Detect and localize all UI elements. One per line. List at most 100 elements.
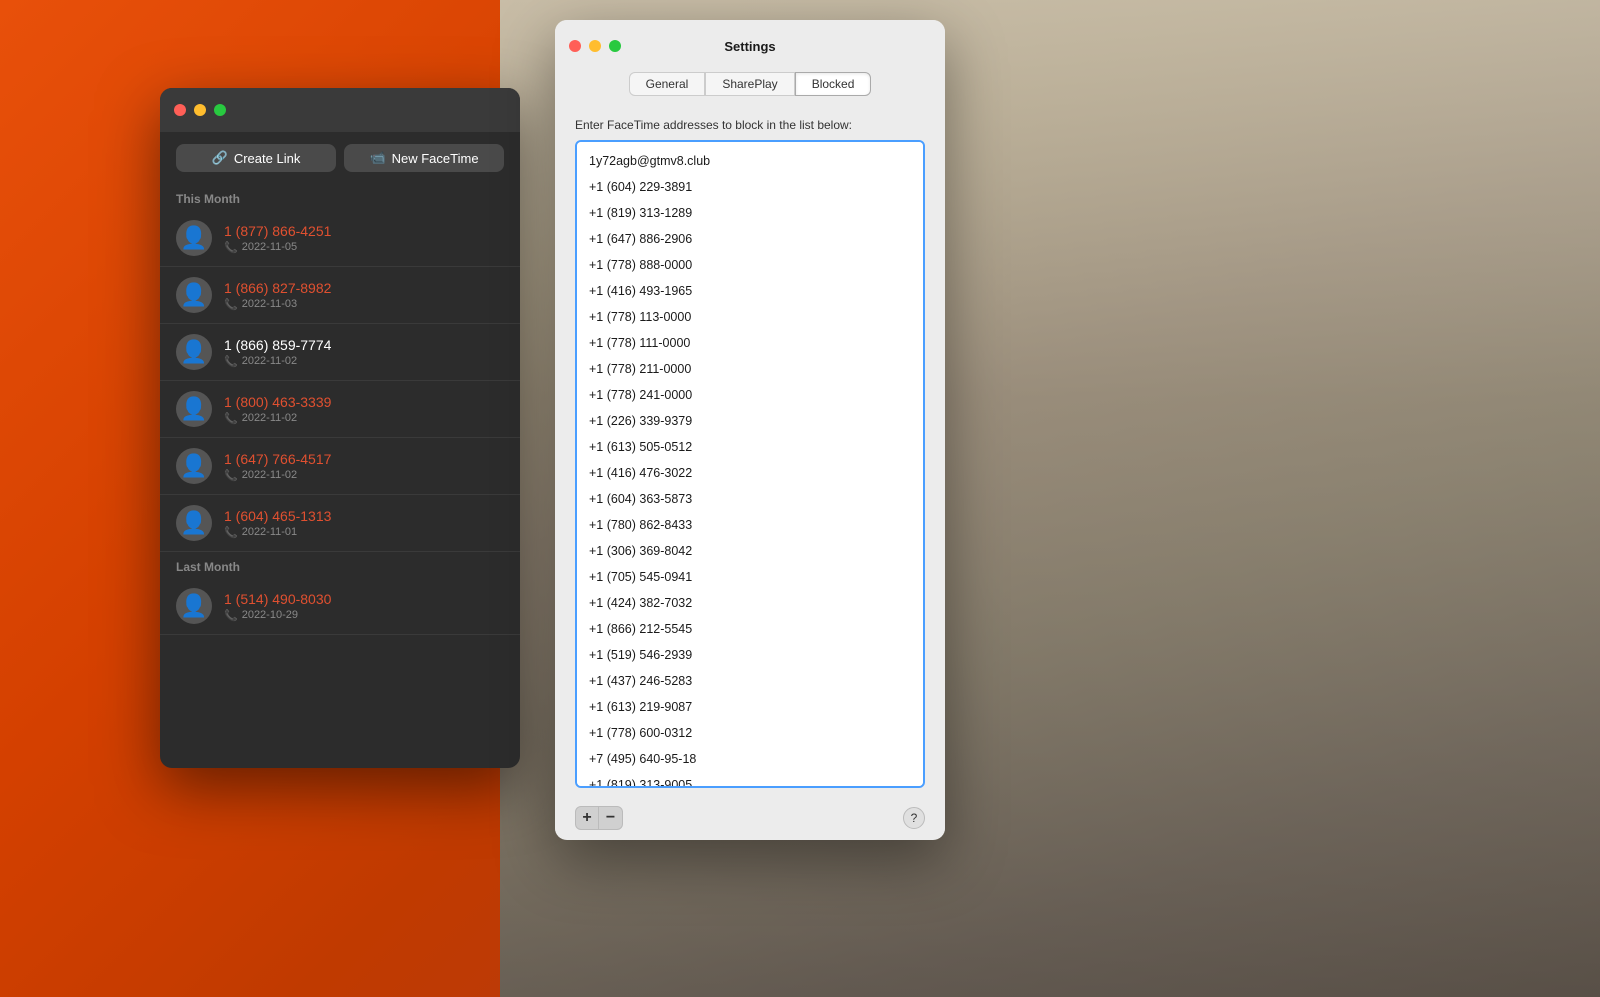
avatar: 👤 [176,334,212,370]
call-date: 📞 2022-11-03 [224,298,504,311]
help-button[interactable]: ? [903,807,925,829]
call-number: 1 (866) 827-8982 [224,280,504,296]
blocked-item[interactable]: +1 (819) 313-9005 [577,772,923,788]
person-icon: 👤 [180,510,207,536]
blocked-item[interactable]: +1 (613) 505-0512 [577,434,923,460]
settings-maximize-button[interactable] [609,40,621,52]
avatar: 👤 [176,505,212,541]
blocked-item[interactable]: +1 (778) 111-0000 [577,330,923,356]
call-item[interactable]: 👤 1 (800) 463-3339 📞 2022-11-02 [160,381,520,438]
blocked-item[interactable]: +1 (778) 211-0000 [577,356,923,382]
remove-blocked-button[interactable]: − [599,806,623,830]
blocked-item[interactable]: +1 (866) 212-5545 [577,616,923,642]
blocked-item[interactable]: +1 (437) 246-5283 [577,668,923,694]
tab-general[interactable]: General [629,72,706,96]
blocked-item[interactable]: +1 (519) 546-2939 [577,642,923,668]
call-item[interactable]: 👤 1 (866) 859-7774 📞 2022-11-02 [160,324,520,381]
avatar: 👤 [176,448,212,484]
blocked-item[interactable]: +1 (604) 229-3891 [577,174,923,200]
avatar: 👤 [176,277,212,313]
person-icon: 👤 [180,396,207,422]
avatar: 👤 [176,220,212,256]
blocked-item[interactable]: +1 (424) 382-7032 [577,590,923,616]
call-info: 1 (800) 463-3339 📞 2022-11-02 [224,394,504,425]
facetime-toolbar: 🔗 Create Link 📹 New FaceTime [160,132,520,184]
call-date: 📞 2022-11-01 [224,526,504,539]
call-item[interactable]: 👤 1 (647) 766-4517 📞 2022-11-02 [160,438,520,495]
settings-close-button[interactable] [569,40,581,52]
call-date: 📞 2022-11-02 [224,355,504,368]
phone-icon: 📞 [224,526,238,539]
call-number: 1 (514) 490-8030 [224,591,504,607]
blocked-item[interactable]: +1 (705) 545-0941 [577,564,923,590]
call-item[interactable]: 👤 1 (866) 827-8982 📞 2022-11-03 [160,267,520,324]
call-number: 1 (604) 465-1313 [224,508,504,524]
blocked-item[interactable]: +1 (778) 241-0000 [577,382,923,408]
new-facetime-label: New FaceTime [392,151,479,166]
call-info: 1 (647) 766-4517 📞 2022-11-02 [224,451,504,482]
create-link-label: Create Link [234,151,300,166]
blocked-item[interactable]: +1 (604) 363-5873 [577,486,923,512]
facetime-close-button[interactable] [174,104,186,116]
call-info: 1 (866) 859-7774 📞 2022-11-02 [224,337,504,368]
settings-minimize-button[interactable] [589,40,601,52]
new-facetime-button[interactable]: 📹 New FaceTime [344,144,504,172]
call-item[interactable]: 👤 1 (604) 465-1313 📞 2022-11-01 [160,495,520,552]
blocked-item[interactable]: +1 (613) 219-9087 [577,694,923,720]
video-icon: 📹 [369,150,385,166]
blocked-item[interactable]: +1 (647) 886-2906 [577,226,923,252]
blocked-item[interactable]: 1y72agb@gtmv8.club [577,148,923,174]
add-blocked-button[interactable]: + [575,806,599,830]
facetime-minimize-button[interactable] [194,104,206,116]
section-label: This Month [160,184,520,210]
call-item[interactable]: 👤1 (514) 490-8030📞 2022-10-29 [160,578,520,635]
call-date: 📞 2022-11-02 [224,412,504,425]
call-item[interactable]: 👤1 (877) 866-4251📞 2022-11-05 [160,210,520,267]
tab-shareplay[interactable]: SharePlay [705,72,794,96]
tab-blocked[interactable]: Blocked [795,72,872,96]
facetime-titlebar [160,88,520,132]
settings-footer: + − ? [555,798,945,838]
blocked-item[interactable]: +1 (306) 369-8042 [577,538,923,564]
link-icon: 🔗 [212,150,228,166]
call-number: 1 (866) 859-7774 [224,337,504,353]
call-number: 1 (877) 866-4251 [224,223,504,239]
phone-icon: 📞 [224,298,238,311]
settings-window: Settings GeneralSharePlayBlocked Enter F… [555,20,945,840]
blocked-item[interactable]: +1 (226) 339-9379 [577,408,923,434]
blocked-item[interactable]: +1 (780) 862-8433 [577,512,923,538]
call-number: 1 (647) 766-4517 [224,451,504,467]
avatar: 👤 [176,588,212,624]
blocked-item[interactable]: +1 (778) 888-0000 [577,252,923,278]
phone-icon: 📞 [224,355,238,368]
create-link-button[interactable]: 🔗 Create Link [176,144,336,172]
call-info: 1 (604) 465-1313 📞 2022-11-01 [224,508,504,539]
settings-instructions: Enter FaceTime addresses to block in the… [575,118,925,132]
call-info: 1 (514) 490-8030📞 2022-10-29 [224,591,504,622]
phone-icon: 📞 [224,241,238,254]
blocked-item[interactable]: +1 (819) 313-1289 [577,200,923,226]
blocked-item[interactable]: +1 (778) 113-0000 [577,304,923,330]
settings-traffic-lights [569,40,621,52]
person-icon: 👤 [180,225,207,251]
blocked-item[interactable]: +7 (495) 640-95-18 [577,746,923,772]
blocked-item[interactable]: +1 (416) 493-1965 [577,278,923,304]
blocked-item[interactable]: +1 (778) 600-0312 [577,720,923,746]
settings-titlebar: Settings [555,20,945,72]
phone-icon: 📞 [224,609,238,622]
person-icon: 👤 [180,282,207,308]
call-number: 1 (800) 463-3339 [224,394,504,410]
avatar: 👤 [176,391,212,427]
call-date: 📞 2022-11-02 [224,469,504,482]
person-icon: 👤 [180,453,207,479]
blocked-list-container[interactable]: 1y72agb@gtmv8.club+1 (604) 229-3891+1 (8… [575,140,925,788]
footer-buttons: + − [575,806,623,830]
phone-icon: 📞 [224,469,238,482]
facetime-maximize-button[interactable] [214,104,226,116]
phone-icon: 📞 [224,412,238,425]
blocked-item[interactable]: +1 (416) 476-3022 [577,460,923,486]
settings-body: Enter FaceTime addresses to block in the… [555,108,945,798]
facetime-window: 🔗 Create Link 📹 New FaceTime This Month 👤… [160,88,520,768]
person-icon: 👤 [180,339,207,365]
call-info: 1 (877) 866-4251📞 2022-11-05 [224,223,504,254]
